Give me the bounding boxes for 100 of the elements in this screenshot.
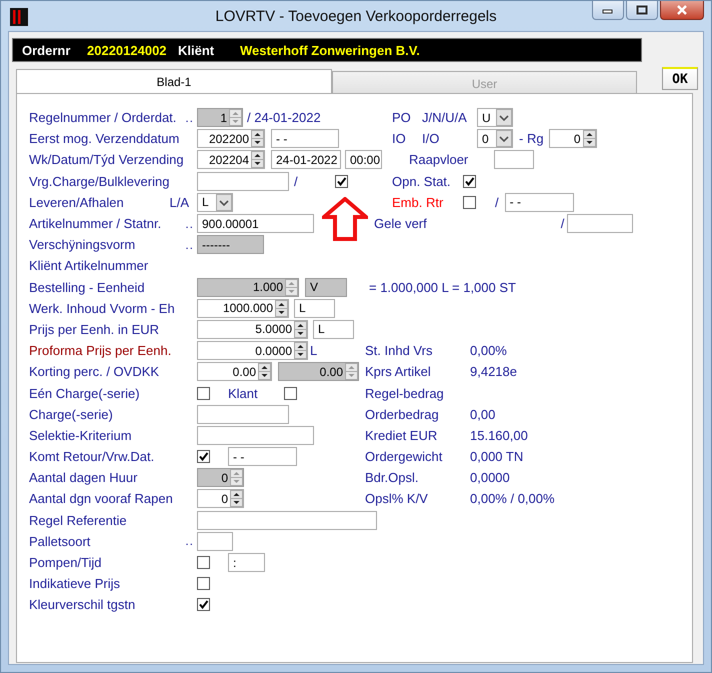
field-text: 0,00% / 0,00%: [470, 491, 555, 506]
field-text: Klant: [228, 386, 258, 401]
lookup-dots[interactable]: ..: [185, 534, 194, 548]
field-text: - Rg: [519, 131, 544, 146]
chevron-icon[interactable]: [216, 194, 232, 211]
field-label: Selektie-Kriterium: [29, 428, 132, 443]
spinner-icon[interactable]: [294, 320, 307, 338]
spinner-icon[interactable]: [230, 490, 243, 508]
number-field[interactable]: 5.0000: [197, 320, 308, 339]
maximize-button[interactable]: [626, 1, 658, 20]
input-field[interactable]: [494, 150, 534, 170]
chevron-icon[interactable]: [496, 130, 512, 148]
field-label: Korting perc. / OVDKK: [29, 364, 160, 380]
field-text: I/O: [422, 131, 440, 146]
order-header-text: 20220124002: [87, 42, 168, 58]
field-text: 0,00%: [470, 343, 507, 358]
ok-button[interactable]: OK: [662, 67, 698, 90]
dropdown[interactable]: 0: [477, 129, 513, 148]
field-label: Regel Referentie: [29, 512, 127, 528]
dropdown[interactable]: L: [197, 192, 233, 212]
input-field[interactable]: L: [294, 298, 335, 318]
spinner-icon[interactable]: [294, 342, 307, 360]
spinner-icon[interactable]: [251, 151, 264, 168]
field-label: Regelnummer / Orderdat.: [29, 110, 176, 126]
tab[interactable]: Blad-1: [16, 69, 332, 94]
spinner-icon[interactable]: [258, 363, 271, 380]
field-text: 9,4218e: [470, 364, 517, 380]
field-label: Palletsoort: [29, 534, 90, 549]
checkbox[interactable]: [463, 174, 476, 188]
field-text: /: [560, 216, 564, 232]
field-text: IO: [392, 131, 407, 146]
close-button[interactable]: [660, 1, 704, 20]
field-text: /: [294, 174, 298, 189]
spinner-icon[interactable]: [582, 130, 596, 148]
input-field[interactable]: [567, 214, 634, 234]
number-field[interactable]: 202200: [197, 129, 265, 148]
field-label: L/A: [169, 194, 189, 210]
field-text: Orderbedrag: [365, 406, 440, 422]
lookup-dots[interactable]: ..: [185, 216, 194, 231]
field-text: 0,000 TN: [470, 449, 524, 464]
number-field[interactable]: 0.00: [197, 362, 272, 382]
dropdown[interactable]: U: [477, 108, 513, 128]
input-field[interactable]: 24-01-2022: [271, 150, 341, 170]
field-label: Indikatieve Prijs: [29, 576, 120, 592]
input-field[interactable]: - -: [271, 129, 339, 148]
checkbox[interactable]: [334, 174, 348, 188]
checkbox[interactable]: [463, 196, 476, 209]
field-label: Aantal dgn vooraf Rapen: [29, 491, 173, 506]
input-field[interactable]: L: [313, 320, 354, 339]
checkbox[interactable]: [197, 450, 210, 464]
chevron-icon[interactable]: [496, 109, 512, 126]
checkbox[interactable]: [197, 556, 210, 570]
field-label: Bestelling - Eenheid: [29, 280, 145, 295]
field-label: Verschÿningsvorm: [29, 237, 136, 252]
checkbox[interactable]: [284, 386, 297, 400]
field-text: / 24-01-2022: [247, 110, 321, 126]
checkbox[interactable]: [197, 598, 210, 612]
input-field[interactable]: [197, 172, 289, 191]
input-field[interactable]: - -: [228, 447, 297, 466]
field-text: Krediet EUR: [365, 428, 438, 443]
field-label: Vrg.Charge/Bulklevering: [29, 174, 170, 189]
field-text: 0,00: [470, 406, 496, 422]
field-label: Aantal dagen Huur: [29, 470, 138, 486]
input-field[interactable]: :: [228, 553, 265, 572]
close-icon: [676, 5, 688, 15]
field-text: Opn. Stat.: [392, 174, 452, 189]
annotation-arrow: [322, 197, 368, 241]
number-field[interactable]: 0: [548, 129, 597, 148]
field-text: = 1.000,000 L = 1,000 ST: [369, 280, 516, 295]
checkbox[interactable]: [197, 386, 210, 400]
field-label: Charge(-serie): [29, 406, 113, 422]
field-label: Pompen/Tijd: [29, 555, 102, 570]
spinner-icon[interactable]: [251, 130, 264, 148]
number-field[interactable]: 202204: [197, 150, 265, 170]
input-field[interactable]: 900.00001: [197, 214, 314, 234]
field-label: Leveren/Afhalen: [29, 194, 124, 210]
order-header-text: Westerhoff Zonweringen B.V.: [240, 42, 420, 58]
field-text: Kprs Artikel: [365, 364, 432, 380]
number-field[interactable]: 0.0000: [197, 341, 308, 360]
spinner-icon[interactable]: [275, 300, 288, 317]
field-text: 0,0000: [470, 470, 510, 486]
lookup-dots[interactable]: ..: [185, 110, 194, 125]
input-field[interactable]: - -: [504, 192, 574, 212]
input-field[interactable]: [197, 404, 289, 424]
field-text: Bdr.Opsl.: [365, 470, 420, 486]
field-label: Werk. Inhoud Vvorm - Eh: [29, 300, 175, 316]
maximize-icon: [636, 5, 648, 15]
minimize-button[interactable]: [592, 1, 624, 20]
checkbox[interactable]: [197, 577, 210, 590]
number-field[interactable]: 1000.000: [197, 298, 289, 318]
input-field[interactable]: [197, 510, 377, 530]
number-field[interactable]: 0: [197, 489, 244, 508]
lookup-dots[interactable]: ..: [185, 238, 194, 252]
input-field[interactable]: 00:00: [345, 150, 382, 170]
input-field[interactable]: [197, 532, 233, 551]
input-field[interactable]: [197, 426, 314, 445]
field-text: Gele verf: [374, 216, 427, 232]
field-text: Regel-bedrag: [365, 386, 445, 401]
field-text: 15.160,00: [470, 428, 528, 443]
field-text: PO: [392, 110, 412, 126]
